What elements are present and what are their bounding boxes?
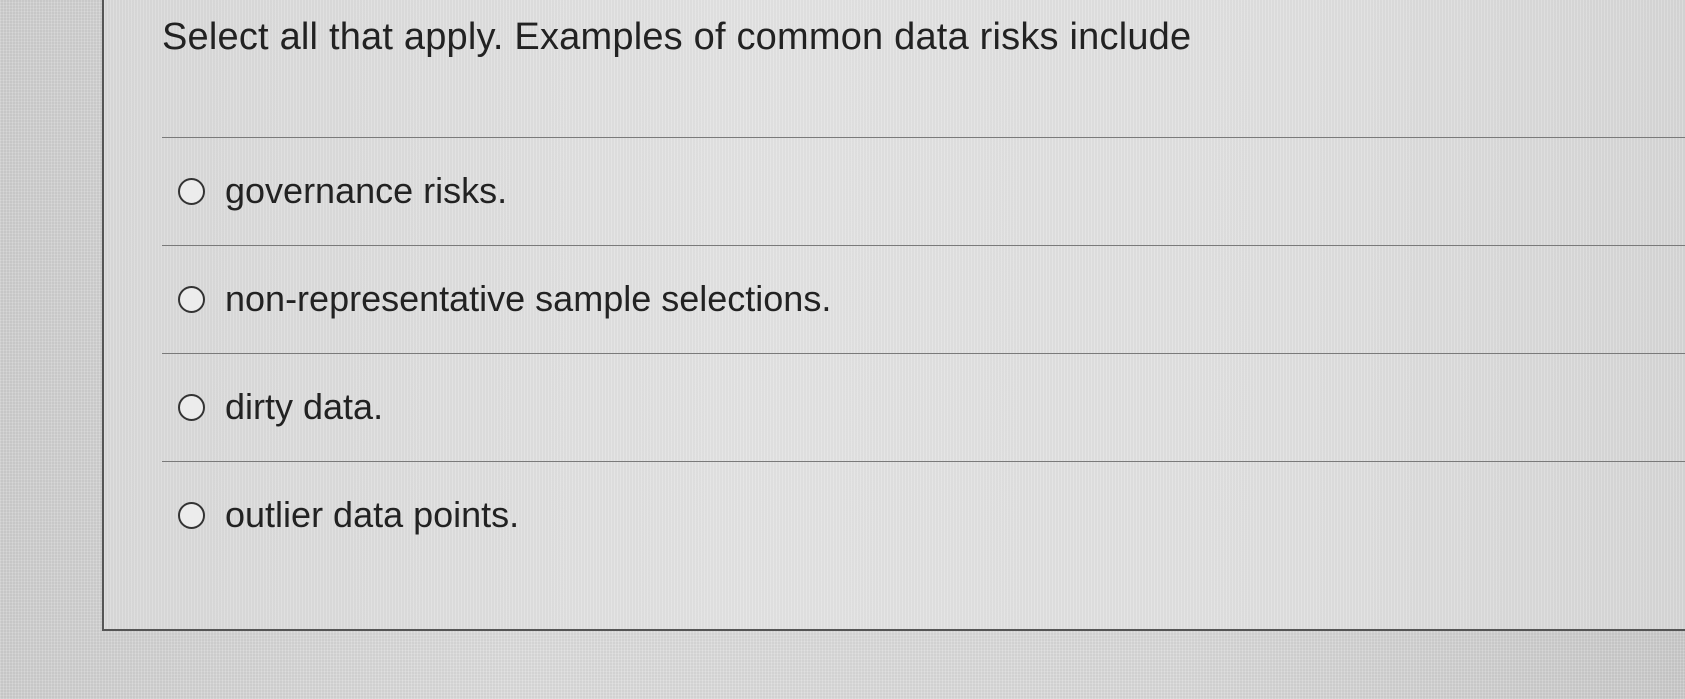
question-card: Select all that apply. Examples of commo… <box>102 0 1685 631</box>
option-label: non-representative sample selections. <box>225 278 832 319</box>
option-governance-risks[interactable]: governance risks. <box>178 166 507 216</box>
option-label: outlier data points. <box>225 494 520 535</box>
option-label: governance risks. <box>225 170 508 211</box>
screen: Select all that apply. Examples of commo… <box>0 0 1685 699</box>
option-label: dirty data. <box>225 386 384 427</box>
radio-circle-icon[interactable] <box>178 501 205 529</box>
radio-circle-icon[interactable] <box>178 393 205 421</box>
option-divider <box>162 245 1685 246</box>
question-text: Select all that apply. Examples of commo… <box>162 16 1192 58</box>
option-non-representative-sample[interactable]: non-representative sample selections. <box>178 274 831 324</box>
option-outlier-data-points[interactable]: outlier data points. <box>178 490 519 540</box>
option-divider <box>162 461 1685 462</box>
radio-circle-icon[interactable] <box>178 177 205 205</box>
option-divider <box>162 137 1685 138</box>
option-divider <box>162 353 1685 354</box>
option-dirty-data[interactable]: dirty data. <box>178 382 383 432</box>
radio-circle-icon[interactable] <box>178 285 205 313</box>
